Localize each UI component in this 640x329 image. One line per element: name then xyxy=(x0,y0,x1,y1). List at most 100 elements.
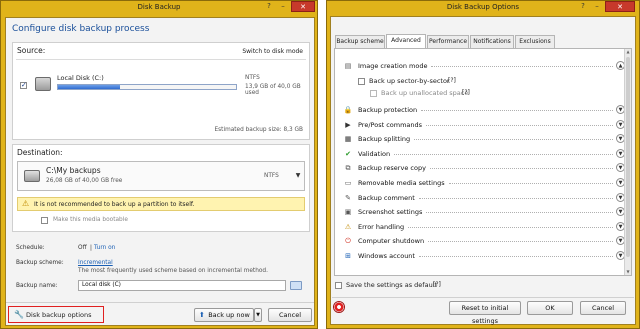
option-row[interactable]: ⏻ Computer shutdown ▼ xyxy=(343,235,625,247)
scroll-down-arrow[interactable]: ▼ xyxy=(625,269,631,275)
option-label: Error handling xyxy=(358,222,405,231)
option-divider xyxy=(394,153,613,155)
validation-icon: ✔ xyxy=(345,149,351,158)
backup-scheme-link[interactable]: Incremental xyxy=(78,260,113,266)
back-up-now-button[interactable]: ⬆ Back up now xyxy=(194,308,254,322)
option-divider xyxy=(418,197,613,199)
option-row[interactable]: ✔ Validation ▼ xyxy=(343,148,625,160)
option-row[interactable]: ▶ Pre/Post commands ▼ xyxy=(343,119,625,131)
option-divider xyxy=(418,256,613,257)
destination-free: 26,08 GB of 40,00 GB free xyxy=(46,178,123,184)
backup-icon: ⬆ xyxy=(199,311,205,319)
option-row[interactable]: ▣ Screenshot settings ▼ xyxy=(343,206,625,218)
option-row[interactable]: 🔒 Backup protection ▼ xyxy=(343,104,625,116)
tab-advanced[interactable]: Advanced xyxy=(386,34,426,48)
scroll-thumb[interactable] xyxy=(626,57,630,257)
sector-by-sector-checkbox[interactable] xyxy=(358,78,365,85)
turn-on-schedule-link[interactable]: Turn on xyxy=(94,245,115,251)
destination-selector[interactable]: C:\My backups 26,08 GB of 40,00 GB free … xyxy=(17,161,305,191)
option-label: Windows account xyxy=(358,252,415,260)
disk-backup-window: Disk Backup ? – ✕ Configure disk backup … xyxy=(0,0,318,329)
warning-text: It is not recommended to back up a parti… xyxy=(34,201,195,208)
backup-name-input[interactable]: Local disk (C) xyxy=(78,280,286,291)
screenshot-settings-icon: ▣ xyxy=(344,208,352,217)
estimated-backup-size: Estimated backup size: 8,3 GB xyxy=(214,127,304,133)
option-divider xyxy=(428,241,613,243)
option-label: Backup splitting xyxy=(358,135,411,144)
option-row[interactable]: ✎ Backup comment ▼ xyxy=(343,192,625,204)
unallocated-space-label: Back up unallocated space xyxy=(381,89,469,97)
error-handling-icon: ⚠ xyxy=(344,222,352,231)
source-section: Source: Switch to disk mode Local Disk (… xyxy=(12,42,310,140)
destination-label: Destination: xyxy=(17,148,63,157)
close-button[interactable]: ✕ xyxy=(291,1,315,12)
source-usage-bar xyxy=(57,84,237,90)
browse-name-icon[interactable] xyxy=(290,281,302,290)
tab-exclusions[interactable]: Exclusions xyxy=(515,35,555,48)
disk-backup-content: Configure disk backup process Source: Sw… xyxy=(5,17,315,326)
schedule-separator: | xyxy=(90,245,92,251)
page-title: Configure disk backup process xyxy=(12,24,150,34)
removable-media-settings-icon: ▭ xyxy=(344,179,352,187)
warning-icon: ⚠ xyxy=(22,199,30,208)
option-row[interactable]: ⊞ Windows account ▼ xyxy=(343,250,625,262)
chevron-down-icon[interactable]: ▼ xyxy=(294,162,302,190)
option-divider xyxy=(421,110,613,111)
minimize-button[interactable]: – xyxy=(277,1,289,12)
unallocated-space-checkbox[interactable] xyxy=(370,90,377,97)
backup-splitting-icon: ▦ xyxy=(344,135,352,144)
reset-settings-button[interactable]: Reset to initial settings xyxy=(449,301,521,325)
help-button[interactable]: ? xyxy=(263,1,275,12)
sector-help-link[interactable]: [?] xyxy=(448,77,456,84)
option-label: Backup protection xyxy=(358,106,418,114)
tab-performance[interactable]: Performance xyxy=(427,35,469,48)
option-row[interactable]: ⚠ Error handling ▼ xyxy=(343,221,625,233)
computer-shutdown-icon: ⏻ xyxy=(345,237,351,246)
option-row[interactable]: ▭ Removable media settings ▼ xyxy=(343,177,625,189)
app-logo-icon xyxy=(333,301,345,313)
options-scrollbar[interactable]: ▲ ▼ xyxy=(624,49,631,275)
windows-account-icon: ⊞ xyxy=(345,252,351,260)
unallocated-help-link[interactable]: [?] xyxy=(462,89,470,96)
tab-notifications[interactable]: Notifications xyxy=(470,35,514,48)
source-disk-name: Local Disk (C:) xyxy=(57,74,104,82)
source-usage-text: 13,9 GB of 40,0 GB used xyxy=(245,84,301,96)
options-close-button[interactable]: ✕ xyxy=(605,1,635,12)
hard-disk-icon xyxy=(35,77,51,91)
option-label: Validation xyxy=(358,149,391,158)
back-up-now-dropdown[interactable]: ▼ xyxy=(254,308,262,322)
option-row[interactable]: ▦ Backup splitting ▼ xyxy=(343,133,625,145)
option-label: Screenshot settings xyxy=(358,208,423,217)
backup-scheme-label: Backup scheme: xyxy=(16,260,64,266)
tab-backup-scheme[interactable]: Backup scheme xyxy=(335,35,385,48)
make-bootable-checkbox[interactable] xyxy=(41,217,48,224)
options-cancel-button[interactable]: Cancel xyxy=(580,301,626,315)
wrench-icon: 🔧 xyxy=(14,310,24,319)
cancel-button[interactable]: Cancel xyxy=(268,308,312,322)
destination-path: C:\My backups xyxy=(46,166,101,175)
schedule-label: Schedule: xyxy=(16,245,45,251)
sector-by-sector-label: Back up sector-by-sector xyxy=(369,77,450,85)
option-divider xyxy=(429,168,613,170)
option-label: Pre/Post commands xyxy=(358,120,423,129)
switch-to-disk-mode-link[interactable]: Switch to disk mode xyxy=(242,48,303,55)
image-creation-mode-label: Image creation mode xyxy=(358,62,428,70)
backup-scheme-description: The most frequently used scheme based on… xyxy=(78,268,268,274)
backup-name-label: Backup name: xyxy=(16,283,58,289)
options-minimize-button[interactable]: – xyxy=(591,1,603,12)
scroll-up-arrow[interactable]: ▲ xyxy=(625,49,631,55)
image-creation-mode-row[interactable]: ▤ Image creation mode ▲ xyxy=(343,60,625,72)
drive-icon xyxy=(24,170,40,182)
warning-bar: ⚠ It is not recommended to back up a par… xyxy=(17,197,305,211)
save-default-help-link[interactable]: [?] xyxy=(433,281,441,288)
options-help-button[interactable]: ? xyxy=(577,1,589,12)
ok-button[interactable]: OK xyxy=(527,301,573,315)
source-disk-checkbox[interactable] xyxy=(20,81,27,89)
save-default-label: Save the settings as default xyxy=(346,281,438,289)
disk-backup-options-link[interactable]: Disk backup options xyxy=(26,311,92,319)
save-default-checkbox[interactable] xyxy=(335,282,342,289)
destination-fs: NTFS xyxy=(264,173,279,179)
option-label: Backup reserve copy xyxy=(358,164,426,173)
option-row[interactable]: ⧉ Backup reserve copy ▼ xyxy=(343,162,625,174)
source-usage-fill xyxy=(58,85,121,89)
